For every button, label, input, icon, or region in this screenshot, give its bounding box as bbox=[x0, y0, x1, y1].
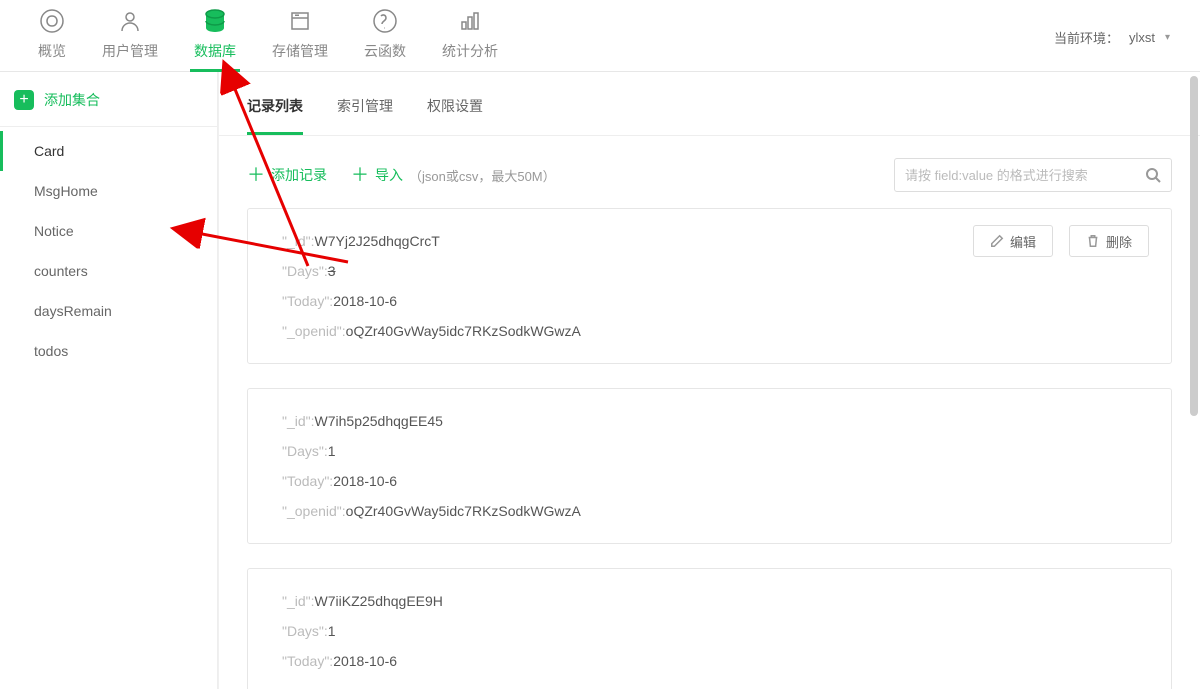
record-actions: 编辑 删除 bbox=[973, 225, 1149, 257]
topnav: 概览 用户管理 数据库 存储管理 云函数 bbox=[20, 7, 498, 71]
sidebar: + 添加集合 Card MsgHome Notice counters days… bbox=[0, 72, 218, 689]
tabs: 记录列表 索引管理 权限设置 bbox=[219, 72, 1200, 136]
delete-button[interactable]: 删除 bbox=[1069, 225, 1149, 257]
toolbar: ＋ 添加记录 ＋ 导入 （json或csv，最大50M） bbox=[219, 136, 1200, 208]
collection-item-todos[interactable]: todos bbox=[0, 331, 217, 371]
tab-records[interactable]: 记录列表 bbox=[247, 96, 303, 135]
topbar: 概览 用户管理 数据库 存储管理 云函数 bbox=[0, 0, 1200, 72]
env-value: ylxst bbox=[1129, 30, 1155, 45]
users-icon bbox=[116, 7, 144, 35]
nav-stats[interactable]: 统计分析 bbox=[442, 7, 498, 61]
field-id: W7iiKZ25dhqgEE9H bbox=[315, 593, 443, 609]
import-label: 导入 bbox=[375, 165, 403, 185]
record-card: "_id":W7ih5p25dhqgEE45 "Days":1 "Today":… bbox=[247, 388, 1172, 544]
overview-icon bbox=[38, 7, 66, 35]
add-record-button[interactable]: ＋ 添加记录 bbox=[247, 165, 327, 185]
nav-storage[interactable]: 存储管理 bbox=[272, 7, 328, 61]
plus-icon: + bbox=[14, 90, 34, 110]
env-indicator[interactable]: 当前环境： ylxst ▾ bbox=[1054, 28, 1170, 47]
nav-users[interactable]: 用户管理 bbox=[102, 7, 158, 61]
chevron-down-icon: ▾ bbox=[1165, 32, 1170, 43]
main: 记录列表 索引管理 权限设置 ＋ 添加记录 ＋ 导入 （json或csv，最大5… bbox=[218, 72, 1200, 689]
nav-label: 用户管理 bbox=[102, 41, 158, 61]
vertical-scrollbar[interactable] bbox=[1190, 76, 1198, 416]
add-record-label: 添加记录 bbox=[271, 165, 327, 185]
collection-item-daysremain[interactable]: daysRemain bbox=[0, 291, 217, 331]
tab-permissions[interactable]: 权限设置 bbox=[427, 96, 483, 135]
nav-label: 云函数 bbox=[364, 41, 406, 61]
nav-label: 概览 bbox=[38, 41, 66, 61]
plus-icon: ＋ bbox=[351, 166, 369, 184]
plus-icon: ＋ bbox=[247, 166, 265, 184]
tab-index[interactable]: 索引管理 bbox=[337, 96, 393, 135]
record-card: 编辑 删除 "_id":W7Yj2J25dhqgCrcT "Days":3 "T… bbox=[247, 208, 1172, 364]
nav-functions[interactable]: 云函数 bbox=[364, 7, 406, 61]
search-input[interactable] bbox=[905, 168, 1145, 183]
field-days: 3 bbox=[328, 263, 336, 279]
field-id: W7Yj2J25dhqgCrcT bbox=[315, 233, 440, 249]
field-today: 2018-10-6 bbox=[333, 293, 397, 309]
collection-item-card[interactable]: Card bbox=[0, 131, 217, 171]
search-icon bbox=[1145, 167, 1161, 183]
divider bbox=[0, 126, 217, 127]
pencil-icon bbox=[990, 234, 1004, 248]
storage-icon bbox=[286, 7, 314, 35]
trash-icon bbox=[1086, 234, 1100, 248]
field-days: 1 bbox=[328, 443, 336, 459]
edit-button[interactable]: 编辑 bbox=[973, 225, 1053, 257]
field-today: 2018-10-6 bbox=[333, 653, 397, 669]
records: 编辑 删除 "_id":W7Yj2J25dhqgCrcT "Days":3 "T… bbox=[219, 208, 1200, 689]
collection-item-msghome[interactable]: MsgHome bbox=[0, 171, 217, 211]
field-today: 2018-10-6 bbox=[333, 473, 397, 489]
collection-item-counters[interactable]: counters bbox=[0, 251, 217, 291]
nav-overview[interactable]: 概览 bbox=[38, 7, 66, 61]
stats-icon bbox=[456, 7, 484, 35]
field-openid: oQZr40GvWay5idc7RKzSodkWGwzA bbox=[346, 503, 581, 519]
nav-label: 存储管理 bbox=[272, 41, 328, 61]
env-label: 当前环境： bbox=[1054, 28, 1119, 47]
functions-icon bbox=[371, 7, 399, 35]
field-openid: oQZr40GvWay5idc7RKzSodkWGwzA bbox=[346, 323, 581, 339]
record-card: "_id":W7iiKZ25dhqgEE9H "Days":1 "Today":… bbox=[247, 568, 1172, 689]
field-days: 1 bbox=[328, 623, 336, 639]
collection-list: Card MsgHome Notice counters daysRemain … bbox=[0, 131, 217, 689]
nav-label: 数据库 bbox=[194, 41, 236, 61]
import-hint: （json或csv，最大50M） bbox=[409, 166, 556, 185]
nav-database[interactable]: 数据库 bbox=[194, 7, 236, 61]
nav-label: 统计分析 bbox=[442, 41, 498, 61]
database-icon bbox=[201, 7, 229, 35]
add-collection-label: 添加集合 bbox=[44, 90, 100, 110]
collection-item-notice[interactable]: Notice bbox=[0, 211, 217, 251]
import-button[interactable]: ＋ 导入 （json或csv，最大50M） bbox=[351, 165, 556, 185]
search-box[interactable] bbox=[894, 158, 1172, 192]
field-id: W7ih5p25dhqgEE45 bbox=[315, 413, 443, 429]
add-collection-button[interactable]: + 添加集合 bbox=[0, 72, 217, 126]
